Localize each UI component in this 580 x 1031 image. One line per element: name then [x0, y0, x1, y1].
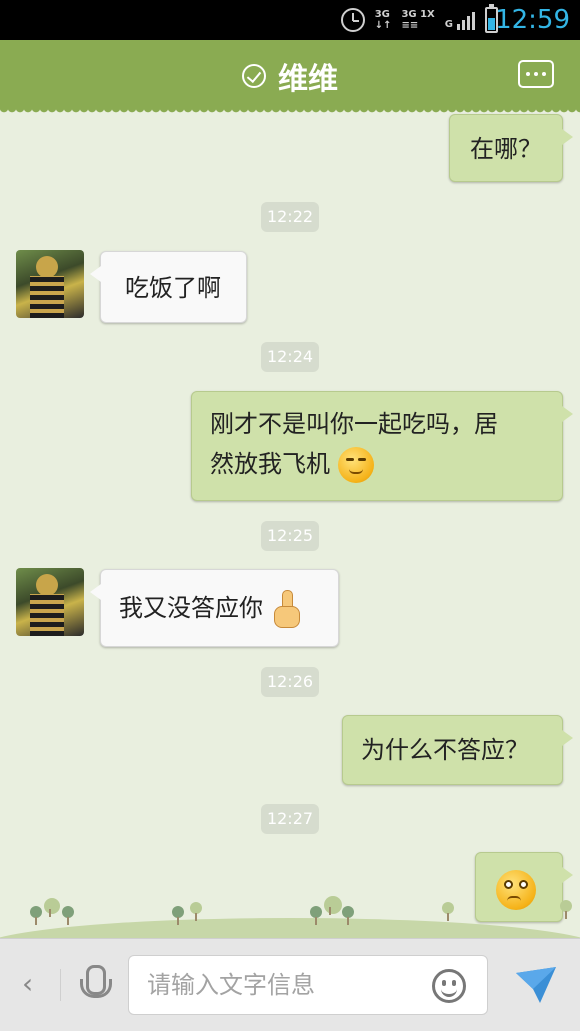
signal-icon: G: [445, 10, 475, 30]
contact-avatar[interactable]: [16, 250, 84, 318]
tree-icon: [324, 896, 342, 915]
message-text: 在哪？: [470, 135, 542, 163]
message-bubble-sent[interactable]: 刚才不是叫你一起吃吗，居 然放我飞机: [191, 391, 573, 501]
timestamp: 12:22: [261, 202, 319, 232]
network-1x-indicator: 3G 1X ≡≡: [401, 9, 435, 31]
tree-icon: [560, 900, 572, 919]
header-title-group: 维维: [0, 54, 580, 98]
message-bubble-received[interactable]: 吃饭了啊: [90, 251, 247, 323]
send-arrow-icon[interactable]: [514, 965, 558, 1005]
more-options-button[interactable]: [518, 60, 554, 88]
message-bubble-sent[interactable]: 在哪？: [449, 114, 573, 182]
more-dots-icon: [526, 72, 530, 76]
chat-header: 维维: [0, 40, 580, 114]
input-bar: ‹: [0, 938, 580, 1031]
timestamp: 12:27: [261, 804, 319, 834]
timestamp: 12:24: [261, 342, 319, 372]
message-text-line: 然放我飞机: [210, 444, 544, 484]
status-bar: 3G ↓↑ 3G 1X ≡≡ G 12:59: [0, 0, 580, 40]
message-text: 为什么不答应？: [361, 736, 529, 764]
tree-icon: [310, 906, 322, 925]
microphone-icon[interactable]: [78, 965, 112, 1005]
smirk-face-icon: [337, 447, 374, 483]
status-icons: 3G ↓↑ 3G 1X ≡≡ G: [340, 4, 498, 34]
status-clock: 12:59: [495, 5, 570, 35]
smiley-icon[interactable]: [432, 969, 466, 1003]
tree-icon: [172, 906, 184, 925]
contact-avatar[interactable]: [16, 568, 84, 636]
background-scenery: [0, 892, 580, 958]
timestamp: 12:25: [261, 521, 319, 551]
network-3g-indicator: 3G ↓↑: [374, 9, 392, 31]
message-bubble-received[interactable]: 我又没答应你: [90, 569, 339, 647]
timestamp: 12:26: [261, 667, 319, 697]
alarm-icon: [340, 8, 365, 32]
tree-icon: [442, 902, 454, 921]
tree-icon: [190, 902, 202, 921]
tree-icon: [342, 906, 354, 925]
tree-icon: [30, 906, 42, 925]
message-list[interactable]: 在哪？ 12:22 吃饭了啊 12:24 刚才不是叫你一起吃吗，居 然放我飞机 …: [0, 108, 580, 938]
message-text-line: 刚才不是叫你一起吃吗，居: [210, 410, 498, 438]
message-text: 我又没答应你: [119, 594, 263, 622]
collapse-arrow-button[interactable]: ‹: [22, 969, 33, 999]
tree-icon: [62, 906, 74, 925]
message-bubble-sent[interactable]: 为什么不答应？: [342, 715, 573, 785]
message-text: 吃饭了啊: [125, 274, 221, 302]
contact-name: 维维: [278, 62, 338, 97]
check-circle-icon: [242, 64, 266, 88]
tree-icon: [44, 898, 60, 917]
finger-up-icon: [271, 590, 301, 628]
divider: [60, 969, 61, 1001]
